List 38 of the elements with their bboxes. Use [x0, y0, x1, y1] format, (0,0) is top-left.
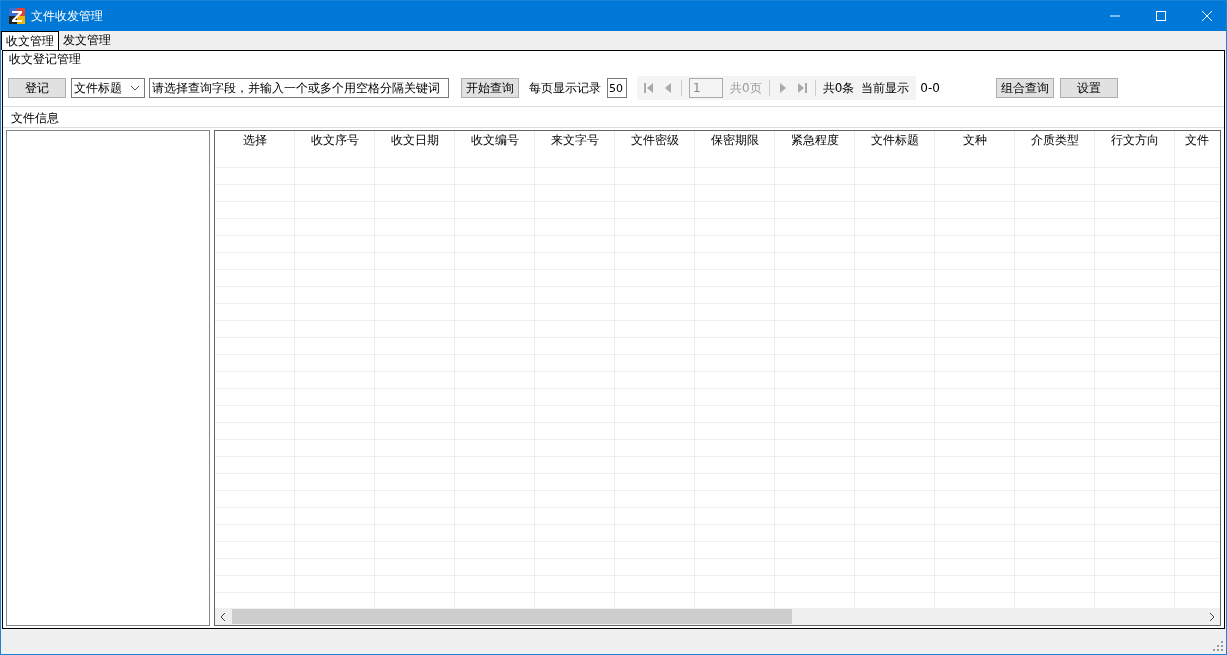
maximize-icon[interactable]: [1156, 11, 1166, 21]
horizontal-scrollbar[interactable]: [215, 608, 1220, 625]
column-header[interactable]: 收文日期: [375, 131, 455, 151]
first-page-icon[interactable]: [643, 82, 655, 94]
tab[interactable]: 收文管理: [1, 31, 59, 50]
per-page-field[interactable]: 50: [607, 78, 627, 98]
column-header[interactable]: 来文字号: [535, 131, 615, 151]
combined-query-button[interactable]: 组合查询: [996, 78, 1055, 98]
search-field[interactable]: 请选择查询字段，并输入一个或多个用空格分隔关键词: [149, 78, 449, 98]
per-page-label: 每页显示记录: [529, 79, 601, 97]
last-page-icon[interactable]: [795, 82, 808, 94]
window-title: 文件收发管理: [31, 7, 103, 25]
record-total: 共0条: [822, 79, 855, 97]
current-display-label: 当前显示: [861, 79, 910, 97]
settings-button[interactable]: 设置: [1060, 78, 1119, 98]
column-header[interactable]: 文件标题: [855, 131, 935, 151]
field-dropdown[interactable]: 文件标题: [71, 78, 145, 98]
scroll-left-icon[interactable]: [220, 612, 226, 621]
chevron-down-icon: [130, 85, 140, 91]
column-header[interactable]: 文件密级: [615, 131, 695, 151]
app-logo-icon: [9, 8, 25, 24]
start-query-button[interactable]: 开始查询: [461, 78, 519, 98]
column-header[interactable]: 文种: [935, 131, 1015, 151]
close-icon[interactable]: [1202, 11, 1212, 21]
column-header[interactable]: 选择: [215, 131, 295, 151]
column-header[interactable]: 收文序号: [295, 131, 375, 151]
column-header[interactable]: 收文编号: [455, 131, 535, 151]
column-header[interactable]: 文件: [1175, 131, 1220, 151]
page-total: 共0页: [730, 79, 762, 97]
column-header[interactable]: 介质类型: [1015, 131, 1095, 151]
resize-grip-icon[interactable]: [1213, 641, 1223, 651]
column-header[interactable]: 行文方向: [1095, 131, 1175, 151]
scroll-right-icon[interactable]: [1209, 612, 1215, 621]
column-header[interactable]: 保密期限: [695, 131, 775, 151]
scrollbar-thumb[interactable]: [232, 609, 792, 624]
column-header[interactable]: 紧急程度: [775, 131, 855, 151]
current-range: 0-0: [916, 76, 991, 100]
register-button[interactable]: 登记: [8, 78, 66, 98]
